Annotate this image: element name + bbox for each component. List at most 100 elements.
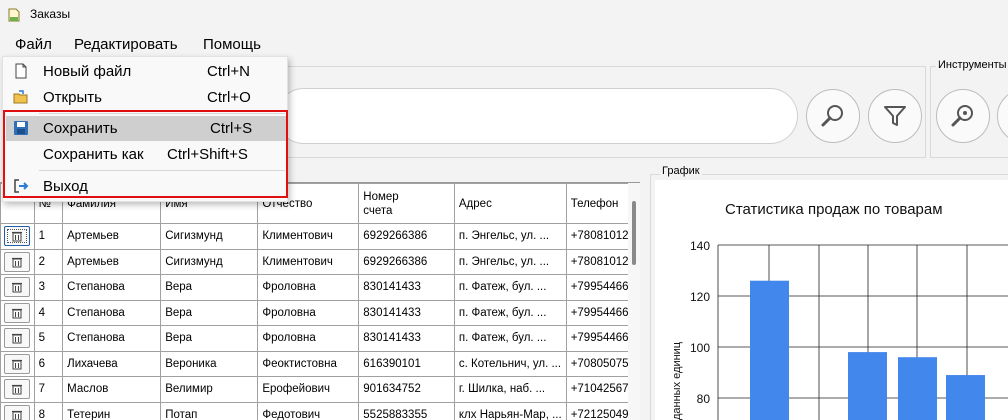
filter-icon <box>884 106 906 126</box>
delete-row-button[interactable] <box>4 226 31 247</box>
cell-number[interactable]: 6 <box>33 350 64 377</box>
orders-grid: № Фамилия Имя Отчество Номер счета Адрес… <box>0 183 640 420</box>
menu-edit[interactable]: Редактировать <box>74 36 178 53</box>
cell-last-name[interactable]: Степанова <box>62 274 162 301</box>
delete-row-button[interactable] <box>4 353 31 374</box>
cell-address[interactable]: с. Котельнич, ул. ... <box>453 350 567 377</box>
delete-cell <box>0 401 35 420</box>
header-address[interactable]: Адрес <box>453 183 567 224</box>
cell-first-name[interactable]: Велимир <box>160 376 259 403</box>
table-row[interactable]: 8 Тетерин Потап Федотович 5525883355 клх Нарь… <box>0 401 640 420</box>
delete-row-button[interactable] <box>4 379 31 400</box>
header-account[interactable]: Номер счета <box>358 183 455 224</box>
delete-cell <box>0 350 35 377</box>
y-tick-label: 120 <box>690 290 710 304</box>
cell-address[interactable]: п. Фатеж, бул. ... <box>453 274 567 301</box>
cell-last-name[interactable]: Степанова <box>62 299 162 326</box>
cell-patronymic[interactable]: Климентович <box>257 223 360 250</box>
header-account-label: Номер счета <box>363 190 399 217</box>
cell-account[interactable]: 5525883355 <box>358 401 455 420</box>
orders-table: № Фамилия Имя Отчество Номер счета Адрес… <box>0 182 640 420</box>
cell-patronymic[interactable]: Климентович <box>257 248 360 275</box>
cell-patronymic[interactable]: Фроловна <box>257 274 360 301</box>
cell-address[interactable]: п. Энгельс, ул. ... <box>453 248 567 275</box>
cell-first-name[interactable]: Вероника <box>160 350 259 377</box>
table-row[interactable]: 7 Маслов Велимир Ерофейович 901634752 г. Шилк… <box>0 376 640 403</box>
cell-first-name[interactable]: Вера <box>160 299 259 326</box>
filter-button[interactable] <box>868 89 922 143</box>
trash-icon <box>12 257 23 268</box>
cell-account[interactable]: 830141433 <box>358 325 455 352</box>
delete-cell <box>0 299 35 326</box>
cell-patronymic[interactable]: Фроловна <box>257 299 360 326</box>
cell-number[interactable]: 4 <box>33 299 64 326</box>
trash-icon <box>12 308 23 319</box>
menu-file[interactable]: Файл <box>15 36 52 53</box>
cell-patronymic[interactable]: Фроловна <box>257 325 360 352</box>
y-tick-label: 80 <box>697 392 711 406</box>
window-title: Заказы <box>30 7 71 21</box>
search-button[interactable] <box>806 89 860 143</box>
cell-last-name[interactable]: Артемьев <box>62 248 162 275</box>
cell-account[interactable]: 616390101 <box>358 350 455 377</box>
table-row[interactable]: 2 Артемьев Сигизмунд Климентович 6929266386 п… <box>0 248 640 275</box>
cell-number[interactable]: 3 <box>33 274 64 301</box>
delete-row-button[interactable] <box>4 404 31 420</box>
trash-icon <box>12 232 23 242</box>
cell-account[interactable]: 830141433 <box>358 299 455 326</box>
cell-address[interactable]: п. Фатеж, бул. ... <box>453 299 567 326</box>
cell-number[interactable]: 7 <box>33 376 64 403</box>
search-input[interactable] <box>276 88 798 144</box>
table-row[interactable]: 1 Артемьев Сигизмунд Климентович 6929266386 п… <box>0 223 640 250</box>
search-icon <box>821 105 843 127</box>
cell-account[interactable]: 830141433 <box>358 274 455 301</box>
table-row[interactable]: 6 Лихачева Вероника Феоктистовна 616390101 с.… <box>0 350 640 377</box>
cell-number[interactable]: 2 <box>33 248 64 275</box>
chart-bar <box>898 357 937 420</box>
table-row[interactable]: 3 Степанова Вера Фроловна 830141433 п. Фатеж,… <box>0 274 640 301</box>
table-row[interactable]: 4 Степанова Вера Фроловна 830141433 п. Фатеж,… <box>0 299 640 326</box>
cell-last-name[interactable]: Тетерин <box>62 401 162 420</box>
chart-area: Статистика продаж по товарам 140 120 100 80 д… <box>655 180 1008 420</box>
cell-number[interactable]: 1 <box>33 223 64 250</box>
menu-help[interactable]: Помощь <box>203 36 261 53</box>
cell-address[interactable]: п. Фатеж, бул. ... <box>453 325 567 352</box>
chart-title: Статистика продаж по товарам <box>725 201 943 218</box>
cell-patronymic[interactable]: Ерофейович <box>257 376 360 403</box>
cell-address[interactable]: п. Энгельс, ул. ... <box>453 223 567 250</box>
zoom-button[interactable] <box>936 89 990 143</box>
cell-last-name[interactable]: Маслов <box>62 376 162 403</box>
trash-icon <box>12 359 23 370</box>
zoom-search-icon <box>951 105 973 127</box>
delete-row-button[interactable] <box>4 302 31 323</box>
cell-address[interactable]: клх Нарьян-Мар, ... <box>453 401 567 420</box>
delete-row-button[interactable] <box>4 277 31 298</box>
delete-row-button[interactable] <box>4 328 31 349</box>
cell-first-name[interactable]: Вера <box>160 325 259 352</box>
table-row[interactable]: 5 Степанова Вера Фроловна 830141433 п. Фатеж,… <box>0 325 640 352</box>
chart-group-label: График <box>660 165 702 177</box>
menu-item-new-file[interactable]: Новый файл Ctrl+N <box>6 59 286 84</box>
cell-last-name[interactable]: Лихачева <box>62 350 162 377</box>
y-tick-label: 140 <box>690 239 710 253</box>
cell-patronymic[interactable]: Феоктистовна <box>257 350 360 377</box>
cell-patronymic[interactable]: Федотович <box>257 401 360 420</box>
delete-cell <box>0 274 35 301</box>
cell-last-name[interactable]: Степанова <box>62 325 162 352</box>
cell-address[interactable]: г. Шилка, наб. ... <box>453 376 567 403</box>
cell-number[interactable]: 8 <box>33 401 64 420</box>
scrollbar-thumb[interactable] <box>632 201 636 265</box>
chart-bar <box>946 375 985 420</box>
menu-item-open[interactable]: Открыть Ctrl+O <box>6 85 286 110</box>
cell-first-name[interactable]: Сигизмунд <box>160 223 259 250</box>
delete-row-button[interactable] <box>4 251 31 272</box>
cell-number[interactable]: 5 <box>33 325 64 352</box>
tools-group-label: Инструменты <box>936 59 1008 71</box>
cell-first-name[interactable]: Вера <box>160 274 259 301</box>
cell-account[interactable]: 6929266386 <box>358 248 455 275</box>
cell-last-name[interactable]: Артемьев <box>62 223 162 250</box>
cell-first-name[interactable]: Сигизмунд <box>160 248 259 275</box>
cell-account[interactable]: 901634752 <box>358 376 455 403</box>
cell-account[interactable]: 6929266386 <box>358 223 455 250</box>
cell-first-name[interactable]: Потап <box>160 401 259 420</box>
